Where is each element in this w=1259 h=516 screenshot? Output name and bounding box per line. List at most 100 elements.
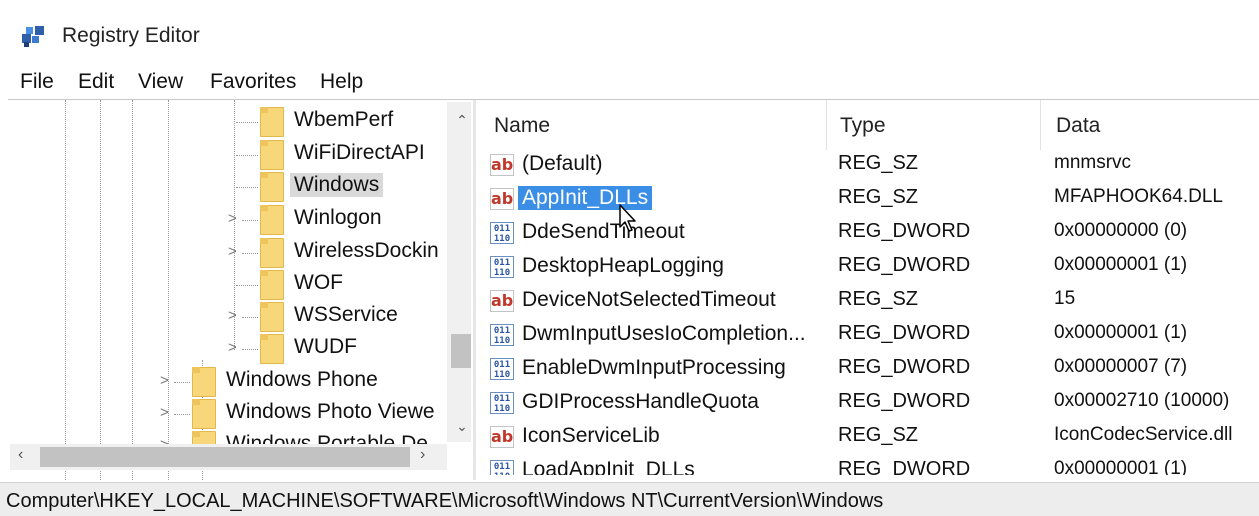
tree-node-windows[interactable]: Windows: [10, 171, 447, 203]
value-name: GDIProcessHandleQuota: [522, 390, 759, 413]
tree-node-label: Windows: [290, 173, 384, 197]
scroll-thumb[interactable]: [40, 447, 410, 467]
folder-icon: [260, 172, 284, 202]
menu-view[interactable]: View: [138, 70, 183, 94]
tree-node-windows-phone[interactable]: > Windows Phone: [10, 366, 447, 398]
column-header-name[interactable]: Name: [494, 114, 550, 138]
value-type: REG_DWORD: [838, 458, 971, 475]
folder-icon: [192, 399, 216, 429]
tree-guide: [174, 414, 190, 415]
tree-guide: [174, 382, 190, 383]
tree-node-wof[interactable]: WOF: [10, 269, 447, 301]
menu-favorites[interactable]: Favorites: [210, 70, 296, 94]
tree-node-winlogon[interactable]: > Winlogon: [10, 204, 447, 236]
value-data: 15: [1054, 288, 1076, 309]
value-row[interactable]: 011 110 GDIProcessHandleQuota REG_DWORD 0…: [478, 387, 1259, 421]
value-type: REG_DWORD: [838, 322, 971, 344]
tree-node-label: WUDF: [294, 335, 357, 358]
scroll-right-icon[interactable]: ›: [420, 446, 425, 464]
binary-value-icon: 011110: [490, 256, 514, 278]
pane-splitter[interactable]: [473, 100, 476, 480]
tree-node-label: WirelessDockin: [294, 239, 439, 262]
column-header-data[interactable]: Data: [1056, 114, 1100, 138]
tree-guide: [236, 155, 258, 156]
column-header-type[interactable]: Type: [840, 114, 886, 138]
tree-vertical-scrollbar[interactable]: ⌃ ⌄: [447, 102, 471, 442]
tree-node-wirelessdocking[interactable]: > WirelessDockin: [10, 237, 447, 269]
value-row[interactable]: ab (Default) REG_SZ mnmsrvc: [478, 149, 1259, 183]
tree-node-wsservice[interactable]: > WSService: [10, 301, 447, 333]
string-value-icon: ab: [490, 290, 514, 312]
value-type: REG_SZ: [838, 186, 919, 208]
folder-icon: [192, 431, 216, 444]
value-name: DdeSendTimeout: [522, 220, 685, 243]
expand-chevron-icon[interactable]: >: [228, 307, 237, 324]
tree-node-wifidirectapi[interactable]: WiFiDirectAPI: [10, 139, 447, 171]
value-type: REG_SZ: [838, 288, 919, 310]
expand-chevron-icon[interactable]: >: [228, 210, 237, 227]
menu-file[interactable]: File: [20, 70, 54, 94]
expand-chevron-icon[interactable]: >: [228, 339, 237, 356]
folder-icon: [260, 140, 284, 170]
key-tree: WbemPerf WiFiDirectAPI Windows > Winlogo…: [10, 100, 471, 480]
value-type: REG_SZ: [838, 424, 919, 446]
value-type: REG_DWORD: [838, 356, 971, 378]
value-data: 0x00000001 (1): [1054, 458, 1188, 475]
tree-guide: [242, 317, 258, 318]
tree-guide: [242, 253, 258, 254]
tree-node-label: Winlogon: [294, 206, 382, 229]
tree-node-wbemperf[interactable]: WbemPerf: [10, 106, 447, 138]
binary-value-icon: 011110: [490, 358, 514, 380]
value-row[interactable]: ab AppInit_DLLs REG_SZ MFAPHOOK64.DLL: [478, 183, 1259, 217]
tree-node-windows-photo-viewer[interactable]: > Windows Photo Viewe: [10, 398, 447, 430]
menu-help[interactable]: Help: [320, 70, 363, 94]
expand-chevron-icon[interactable]: >: [228, 243, 237, 260]
tree-guide: [242, 220, 258, 221]
binary-value-icon: 011110: [490, 460, 514, 475]
value-row[interactable]: 011 110 DwmInputUsesIoCompletion... REG_D…: [478, 319, 1259, 353]
tree-node-label: WOF: [294, 271, 343, 294]
value-data: IconCodecService.dll: [1054, 424, 1233, 445]
title-bar: Registry Editor: [0, 0, 1259, 66]
value-name: DwmInputUsesIoCompletion...: [522, 322, 806, 345]
value-row[interactable]: ab DeviceNotSelectedTimeout REG_SZ 15: [478, 285, 1259, 319]
value-row[interactable]: 011 110 DesktopHeapLogging REG_DWORD 0x00…: [478, 251, 1259, 285]
value-name: IconServiceLib: [522, 424, 660, 447]
registry-editor-icon: [22, 26, 44, 47]
tree-horizontal-scrollbar[interactable]: ‹ ›: [10, 444, 447, 470]
tree-node-label: WSService: [294, 303, 398, 326]
expand-chevron-icon[interactable]: >: [160, 372, 169, 389]
mouse-pointer-icon: [619, 204, 636, 232]
tree-node-label: WiFiDirectAPI: [294, 141, 425, 164]
column-separator[interactable]: [826, 100, 827, 150]
value-row[interactable]: 011 110 EnableDwmInputProcessing REG_DWOR…: [478, 353, 1259, 387]
values-list: Name Type Data ab (Default) REG_SZ mnmsr…: [478, 100, 1259, 480]
scroll-thumb[interactable]: [451, 334, 471, 368]
expand-chevron-icon[interactable]: >: [160, 404, 169, 421]
value-type: REG_DWORD: [838, 220, 971, 242]
tree-node-label: WbemPerf: [294, 108, 394, 131]
value-row[interactable]: 011110 LoadAppInit_DLLs REG_DWORD 0x0000…: [478, 455, 1259, 475]
column-separator[interactable]: [1040, 100, 1041, 150]
menu-edit[interactable]: Edit: [78, 70, 114, 94]
value-name: DesktopHeapLogging: [522, 254, 724, 277]
tree-node-label: Windows Portable De: [226, 432, 428, 444]
expand-chevron-icon[interactable]: >: [160, 436, 169, 444]
window-title: Registry Editor: [62, 24, 200, 47]
scroll-up-icon[interactable]: ⌃: [447, 112, 471, 129]
value-row[interactable]: ab IconServiceLib REG_SZ IconCodecServic…: [478, 421, 1259, 455]
tree-node-windows-portable-devices[interactable]: > Windows Portable De: [10, 430, 447, 444]
value-data: MFAPHOOK64.DLL: [1054, 186, 1223, 207]
value-type: REG_SZ: [838, 152, 919, 174]
tree-guide: [236, 285, 258, 286]
value-data: 0x00000007 (7): [1054, 356, 1188, 377]
scroll-down-icon[interactable]: ⌄: [447, 418, 471, 435]
scroll-left-icon[interactable]: ‹: [18, 446, 23, 464]
folder-icon: [260, 270, 284, 300]
tree-node-wudf[interactable]: > WUDF: [10, 333, 447, 365]
folder-icon: [260, 302, 284, 332]
value-row[interactable]: 011 110 DdeSendTimeout REG_DWORD 0x000000…: [478, 217, 1259, 251]
binary-value-icon: 011110: [490, 222, 514, 244]
tree-guide: [242, 349, 258, 350]
value-data: mnmsrvc: [1054, 152, 1132, 173]
